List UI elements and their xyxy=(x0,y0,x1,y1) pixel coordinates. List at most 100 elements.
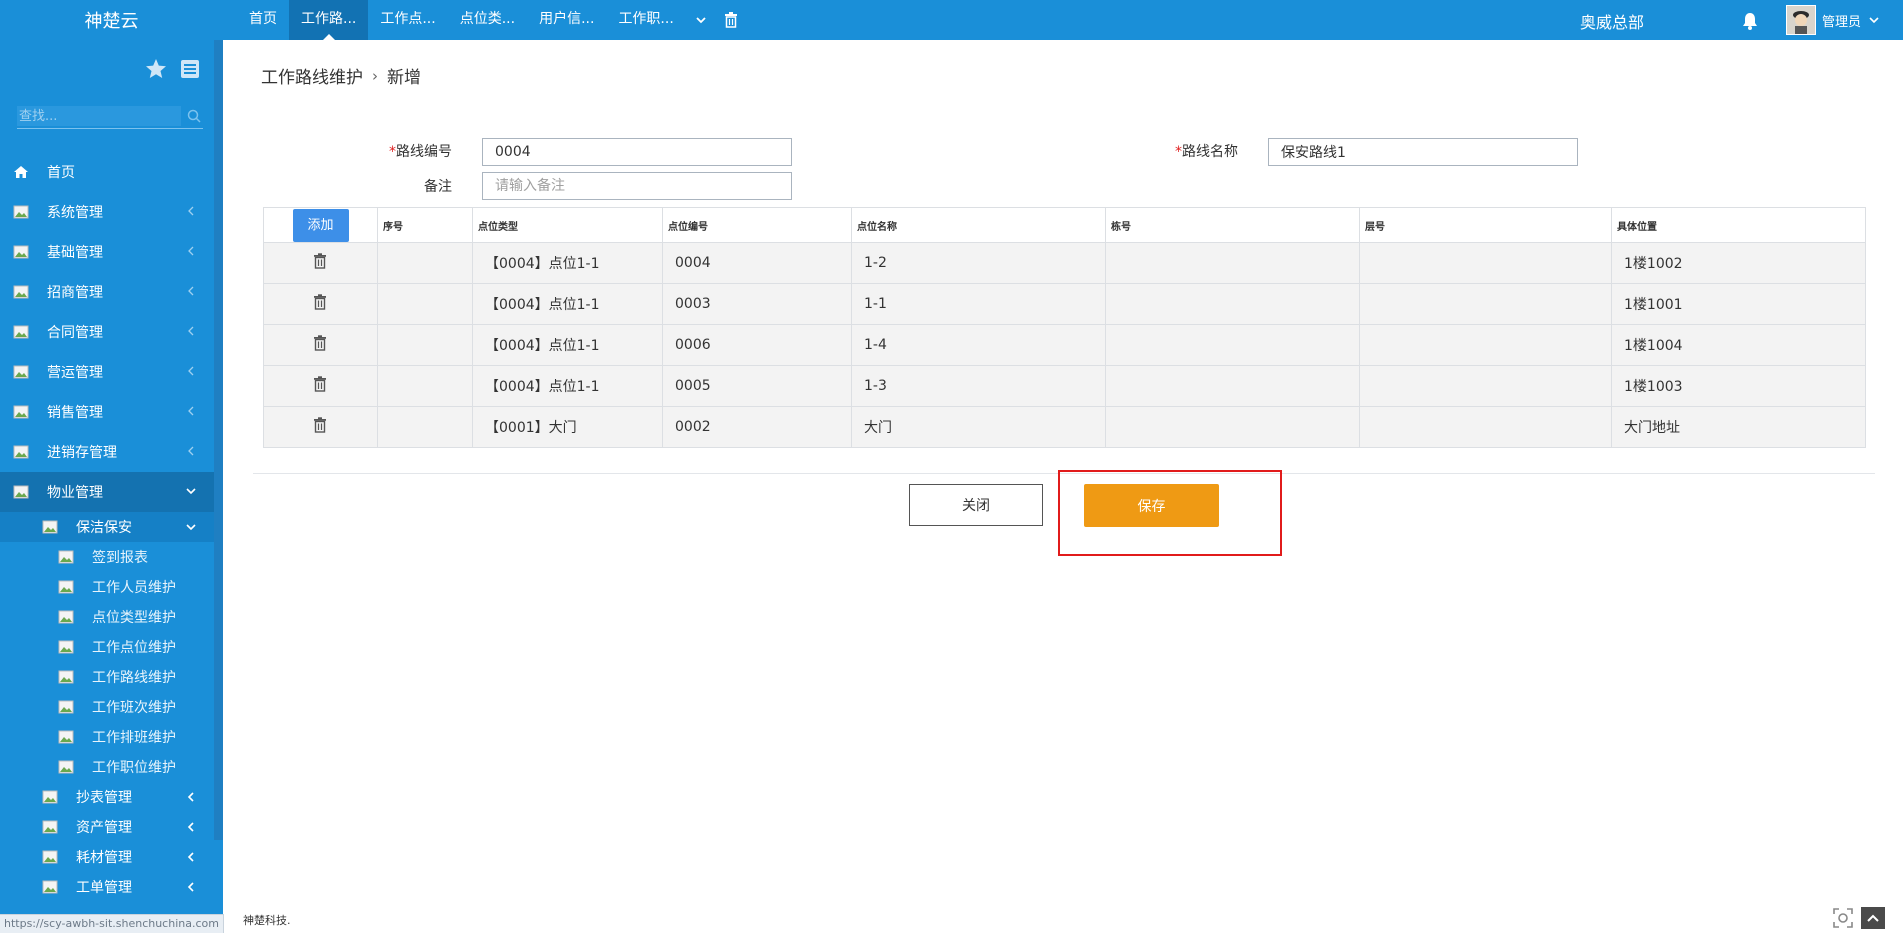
delete-row-trash-icon[interactable] xyxy=(313,417,329,433)
sidebar-leaf-work-route[interactable]: 工作路线维护 xyxy=(0,662,214,692)
star-icon[interactable] xyxy=(143,56,169,82)
sidebar-item-basic[interactable]: 基础管理 xyxy=(0,232,214,272)
column-header-floor[interactable]: 层号 xyxy=(1359,207,1612,243)
sidebar-item-sales[interactable]: 销售管理 xyxy=(0,392,214,432)
sidebar-leaf-signin-report[interactable]: 签到报表 xyxy=(0,542,214,572)
table-row[interactable]: 【0004】点位1-1 0005 1-3 1楼1003 xyxy=(263,365,1866,407)
cell-seq[interactable] xyxy=(377,242,473,284)
tab-work-point[interactable]: 工作点... xyxy=(368,0,447,40)
user-menu[interactable]: 管理员 xyxy=(1786,3,1879,37)
cell-location[interactable]: 1楼1002 xyxy=(1611,242,1866,284)
close-tabs-trash-icon[interactable] xyxy=(716,0,746,40)
cell-seq[interactable] xyxy=(377,283,473,325)
cell-point-type[interactable]: 【0004】点位1-1 xyxy=(472,365,663,407)
sidebar-subitem-work-order[interactable]: 工单管理 xyxy=(0,872,214,902)
breadcrumb-parent[interactable]: 工作路线维护 xyxy=(261,63,363,88)
sidebar-subitem-cleaning-security[interactable]: 保洁保安 xyxy=(0,512,214,542)
column-header-point-type[interactable]: 点位类型 xyxy=(472,207,663,243)
remark-input[interactable] xyxy=(482,172,792,200)
cell-building[interactable] xyxy=(1105,324,1360,366)
sidebar-item-investment[interactable]: 招商管理 xyxy=(0,272,214,312)
cell-building[interactable] xyxy=(1105,406,1360,448)
cell-point-name[interactable]: 1-1 xyxy=(851,283,1106,325)
column-header-building[interactable]: 栋号 xyxy=(1105,207,1360,243)
delete-row-trash-icon[interactable] xyxy=(313,253,329,269)
column-header-point-code[interactable]: 点位编号 xyxy=(662,207,852,243)
cell-seq[interactable] xyxy=(377,365,473,407)
cell-point-type[interactable]: 【0004】点位1-1 xyxy=(472,283,663,325)
search-input[interactable] xyxy=(17,106,181,126)
sidebar-leaf-point-type[interactable]: 点位类型维护 xyxy=(0,602,214,632)
column-header-seq[interactable]: 序号 xyxy=(377,207,473,243)
column-header-point-name[interactable]: 点位名称 xyxy=(851,207,1106,243)
cell-point-name[interactable]: 大门 xyxy=(851,406,1106,448)
cell-location[interactable]: 1楼1003 xyxy=(1611,365,1866,407)
delete-row-trash-icon[interactable] xyxy=(313,376,329,392)
sidebar-item-system[interactable]: 系统管理 xyxy=(0,192,214,232)
sidebar-scrollbar[interactable] xyxy=(214,40,223,840)
cell-point-type[interactable]: 【0004】点位1-1 xyxy=(472,324,663,366)
cell-point-name[interactable]: 1-2 xyxy=(851,242,1106,284)
add-row-button[interactable]: 添加 xyxy=(292,208,349,242)
close-button[interactable]: 关闭 xyxy=(909,484,1043,526)
route-code-input[interactable] xyxy=(482,138,792,166)
cell-building[interactable] xyxy=(1105,365,1360,407)
search-icon[interactable] xyxy=(187,109,203,125)
cell-location[interactable]: 1楼1001 xyxy=(1611,283,1866,325)
company-name[interactable]: 奥威总部 xyxy=(1580,0,1644,40)
cell-floor[interactable] xyxy=(1359,283,1612,325)
cell-floor[interactable] xyxy=(1359,406,1612,448)
tab-point-type[interactable]: 点位类... xyxy=(448,0,527,40)
cell-point-type[interactable]: 【0004】点位1-1 xyxy=(472,242,663,284)
brand-logo[interactable]: 神楚云 xyxy=(0,0,223,40)
cell-floor[interactable] xyxy=(1359,324,1612,366)
cell-floor[interactable] xyxy=(1359,365,1612,407)
sidebar-leaf-shift[interactable]: 工作班次维护 xyxy=(0,692,214,722)
cell-point-code[interactable]: 0002 xyxy=(662,406,852,448)
cell-location[interactable]: 大门地址 xyxy=(1611,406,1866,448)
table-row[interactable]: 【0004】点位1-1 0006 1-4 1楼1004 xyxy=(263,324,1866,366)
sidebar-subitem-consumables[interactable]: 耗材管理 xyxy=(0,842,214,872)
table-row[interactable]: 【0001】大门 0002 大门 大门地址 xyxy=(263,406,1866,448)
tab-home[interactable]: 首页 xyxy=(237,0,289,40)
tab-user-info[interactable]: 用户信... xyxy=(527,0,606,40)
sidebar-subitem-assets[interactable]: 资产管理 xyxy=(0,812,214,842)
sidebar-leaf-staff[interactable]: 工作人员维护 xyxy=(0,572,214,602)
cell-seq[interactable] xyxy=(377,406,473,448)
sidebar-item-operation[interactable]: 营运管理 xyxy=(0,352,214,392)
sidebar-item-contract[interactable]: 合同管理 xyxy=(0,312,214,352)
cell-point-code[interactable]: 0006 xyxy=(662,324,852,366)
bell-icon[interactable] xyxy=(1740,11,1760,31)
sidebar-leaf-work-point[interactable]: 工作点位维护 xyxy=(0,632,214,662)
delete-row-trash-icon[interactable] xyxy=(313,335,329,351)
table-row[interactable]: 【0004】点位1-1 0003 1-1 1楼1001 xyxy=(263,283,1866,325)
delete-row-trash-icon[interactable] xyxy=(313,294,329,310)
cell-point-name[interactable]: 1-3 xyxy=(851,365,1106,407)
cell-building[interactable] xyxy=(1105,283,1360,325)
list-icon[interactable] xyxy=(177,56,203,82)
table-row[interactable]: 【0004】点位1-1 0004 1-2 1楼1002 xyxy=(263,242,1866,284)
sidebar-leaf-schedule[interactable]: 工作排班维护 xyxy=(0,722,214,752)
route-name-input[interactable] xyxy=(1268,138,1578,166)
tab-work-route[interactable]: 工作路... xyxy=(289,0,369,40)
cell-location[interactable]: 1楼1004 xyxy=(1611,324,1866,366)
sidebar-item-property[interactable]: 物业管理 xyxy=(0,472,214,512)
column-header-location[interactable]: 具体位置 xyxy=(1611,207,1866,243)
tabs-more-chevron-icon[interactable] xyxy=(686,0,716,40)
sidebar-item-home[interactable]: 首页 xyxy=(0,152,214,192)
cell-floor[interactable] xyxy=(1359,242,1612,284)
cell-point-code[interactable]: 0004 xyxy=(662,242,852,284)
cell-building[interactable] xyxy=(1105,242,1360,284)
cell-seq[interactable] xyxy=(377,324,473,366)
sidebar-leaf-position[interactable]: 工作职位维护 xyxy=(0,752,214,782)
back-to-top-icon[interactable] xyxy=(1861,907,1885,929)
sidebar-item-inventory[interactable]: 进销存管理 xyxy=(0,432,214,472)
screenshot-icon[interactable] xyxy=(1831,907,1855,929)
sidebar-subitem-meter[interactable]: 抄表管理 xyxy=(0,782,214,812)
cell-point-type[interactable]: 【0001】大门 xyxy=(472,406,663,448)
cell-point-name[interactable]: 1-4 xyxy=(851,324,1106,366)
tab-work-position[interactable]: 工作职... xyxy=(606,0,685,40)
cell-point-code[interactable]: 0005 xyxy=(662,365,852,407)
cell-point-code[interactable]: 0003 xyxy=(662,283,852,325)
route-points-table: 添加 序号 点位类型 点位编号 点位名称 栋号 层号 具体位置 【0004】点位… xyxy=(263,207,1866,448)
